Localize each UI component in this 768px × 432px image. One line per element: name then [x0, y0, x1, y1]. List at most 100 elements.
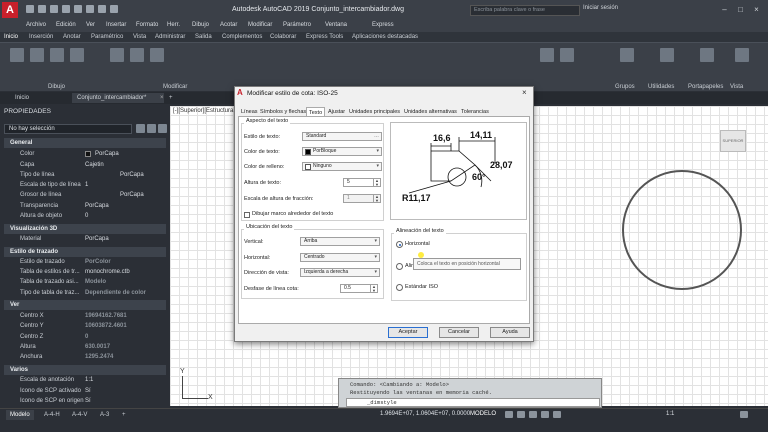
dialog-close-icon[interactable]: ×: [522, 88, 527, 97]
menu-ventana[interactable]: Ventana: [325, 22, 347, 28]
menu-modificar[interactable]: Modificar: [248, 22, 272, 28]
text-style-select[interactable]: Standard…: [302, 132, 382, 141]
line-tool-icon[interactable]: [10, 48, 24, 62]
polyline-tool-icon[interactable]: [30, 48, 44, 62]
selection-dropdown[interactable]: No hay selección: [4, 124, 132, 134]
menu-formato[interactable]: Formato: [136, 22, 158, 28]
login-button[interactable]: Iniciar sesión: [583, 5, 618, 11]
tab-inicio[interactable]: Inicio: [10, 93, 34, 103]
ribbon-tab-colaborar[interactable]: Colaborar: [270, 34, 296, 40]
layout-tab-a4h[interactable]: A-4-H: [40, 410, 64, 420]
spinner-arrows-icon[interactable]: ▲ ▼: [373, 179, 380, 186]
spinner-arrows-icon[interactable]: ▲ ▼: [370, 285, 377, 292]
prop-value[interactable]: PorCapa: [120, 172, 144, 178]
toggle-pickadd-icon[interactable]: [136, 124, 145, 133]
menu-dibujo[interactable]: Dibujo: [192, 22, 209, 28]
quick-select-icon[interactable]: [158, 124, 167, 133]
customize-icon[interactable]: [740, 411, 748, 418]
maximize-icon[interactable]: □: [736, 5, 745, 14]
menu-ver[interactable]: Ver: [86, 22, 95, 28]
insert-block-icon[interactable]: [560, 48, 574, 62]
align-iso-radio[interactable]: [396, 284, 403, 291]
ribbon-tab-inicio[interactable]: Inicio: [4, 34, 18, 40]
select-objects-icon[interactable]: [147, 124, 156, 133]
menu-herr[interactable]: Herr.: [167, 22, 180, 28]
prop-value[interactable]: Sí: [85, 388, 91, 394]
circle-tool-icon[interactable]: [50, 48, 64, 62]
autocad-logo-icon[interactable]: A: [2, 2, 18, 18]
undo-icon[interactable]: [86, 5, 94, 13]
add-layout-icon[interactable]: +: [118, 410, 130, 420]
arc-tool-icon[interactable]: [70, 48, 84, 62]
section-general[interactable]: General: [4, 138, 166, 148]
menu-express[interactable]: Express: [372, 22, 394, 28]
osnap-toggle-icon[interactable]: [553, 411, 561, 418]
layout-tab-model[interactable]: Modelo: [6, 410, 34, 420]
annotation-scale[interactable]: 1:1: [666, 411, 674, 417]
prop-value[interactable]: PorCapa: [85, 236, 109, 242]
help-button[interactable]: Ayuda: [490, 327, 530, 338]
align-horizontal-radio[interactable]: [396, 241, 403, 248]
ribbon-tab-aplicaciones[interactable]: Aplicaciones destacadas: [352, 34, 418, 40]
paste-icon[interactable]: [700, 48, 714, 62]
ribbon-tab-parametrico[interactable]: Paramétrico: [91, 34, 123, 40]
view-direction-select[interactable]: Izquierda a derecha ▾: [300, 268, 380, 277]
move-tool-icon[interactable]: [110, 48, 124, 62]
share-icon[interactable]: [110, 5, 118, 13]
snap-toggle-icon[interactable]: [517, 411, 525, 418]
section-misc[interactable]: Varios: [4, 365, 166, 375]
text-height-input[interactable]: 5 ▲ ▼: [343, 178, 381, 187]
menu-insertar[interactable]: Insertar: [106, 22, 126, 28]
prop-value[interactable]: Sí: [85, 398, 91, 404]
ribbon-tab-salida[interactable]: Salida: [195, 34, 212, 40]
new-file-icon[interactable]: [26, 5, 34, 13]
grid-toggle-icon[interactable]: [505, 411, 513, 418]
rotate-tool-icon[interactable]: [130, 48, 144, 62]
prop-value[interactable]: Cajetin: [85, 162, 104, 168]
redo-icon[interactable]: [98, 5, 106, 13]
measure-icon[interactable]: [660, 48, 674, 62]
ribbon-tab-express-tools[interactable]: Express Tools: [306, 34, 343, 40]
ortho-toggle-icon[interactable]: [529, 411, 537, 418]
add-tab-icon[interactable]: +: [164, 93, 178, 103]
save-icon[interactable]: [50, 5, 58, 13]
section-visual3d[interactable]: Visualización 3D: [4, 224, 166, 234]
plot-icon[interactable]: [74, 5, 82, 13]
ribbon-tab-anotar[interactable]: Anotar: [63, 34, 81, 40]
ribbon-group-vista[interactable]: Vista: [730, 84, 743, 90]
base-view-icon[interactable]: [735, 48, 749, 62]
horizontal-select[interactable]: Centrado ▾: [300, 253, 380, 262]
ok-button[interactable]: Aceptar: [388, 327, 428, 338]
menu-edicion[interactable]: Edición: [56, 22, 76, 28]
menu-acotar[interactable]: Acotar: [220, 22, 237, 28]
save-as-icon[interactable]: [62, 5, 70, 13]
prop-value[interactable]: PorCapa: [95, 151, 119, 157]
ribbon-tab-administrar[interactable]: Administrar: [155, 34, 185, 40]
ribbon-group-utilidades[interactable]: Utilidades: [648, 84, 674, 90]
layer-properties-icon[interactable]: [540, 48, 554, 62]
layout-tab-a3[interactable]: A-3: [96, 410, 113, 420]
fill-color-select[interactable]: Ninguno ▾: [302, 162, 382, 171]
ribbon-tab-complementos[interactable]: Complementos: [222, 34, 262, 40]
prop-value[interactable]: monochrome.ctb: [85, 269, 130, 275]
prop-value[interactable]: 1: [85, 182, 88, 188]
viewport-controls[interactable]: [-][Superior][Estructura...: [173, 108, 238, 114]
ribbon-group-dibujo[interactable]: Dibujo: [48, 84, 65, 90]
prop-value[interactable]: 1:1: [85, 377, 93, 383]
ribbon-group-portapapeles[interactable]: Portapapeles: [688, 84, 723, 90]
close-icon[interactable]: ×: [752, 5, 761, 14]
ribbon-group-modificar[interactable]: Modificar: [163, 84, 187, 90]
section-view[interactable]: Ver: [4, 300, 166, 310]
menu-archivo[interactable]: Archivo: [26, 22, 46, 28]
align-dimline-radio[interactable]: [396, 263, 403, 270]
viewcube[interactable]: SUPERIOR: [720, 130, 746, 152]
command-input[interactable]: _dimstyle: [346, 398, 600, 407]
drawn-circle[interactable]: [622, 170, 742, 290]
section-plot-style[interactable]: Estilo de trazado: [4, 247, 166, 257]
cancel-button[interactable]: Cancelar: [439, 327, 479, 338]
trim-tool-icon[interactable]: [150, 48, 164, 62]
prop-value[interactable]: 0: [85, 213, 88, 219]
prop-value[interactable]: PorCapa: [85, 203, 109, 209]
text-color-select[interactable]: PorBloque ▾: [302, 147, 382, 156]
tab-drawing[interactable]: Conjunto_intercambiador*: [72, 93, 164, 103]
